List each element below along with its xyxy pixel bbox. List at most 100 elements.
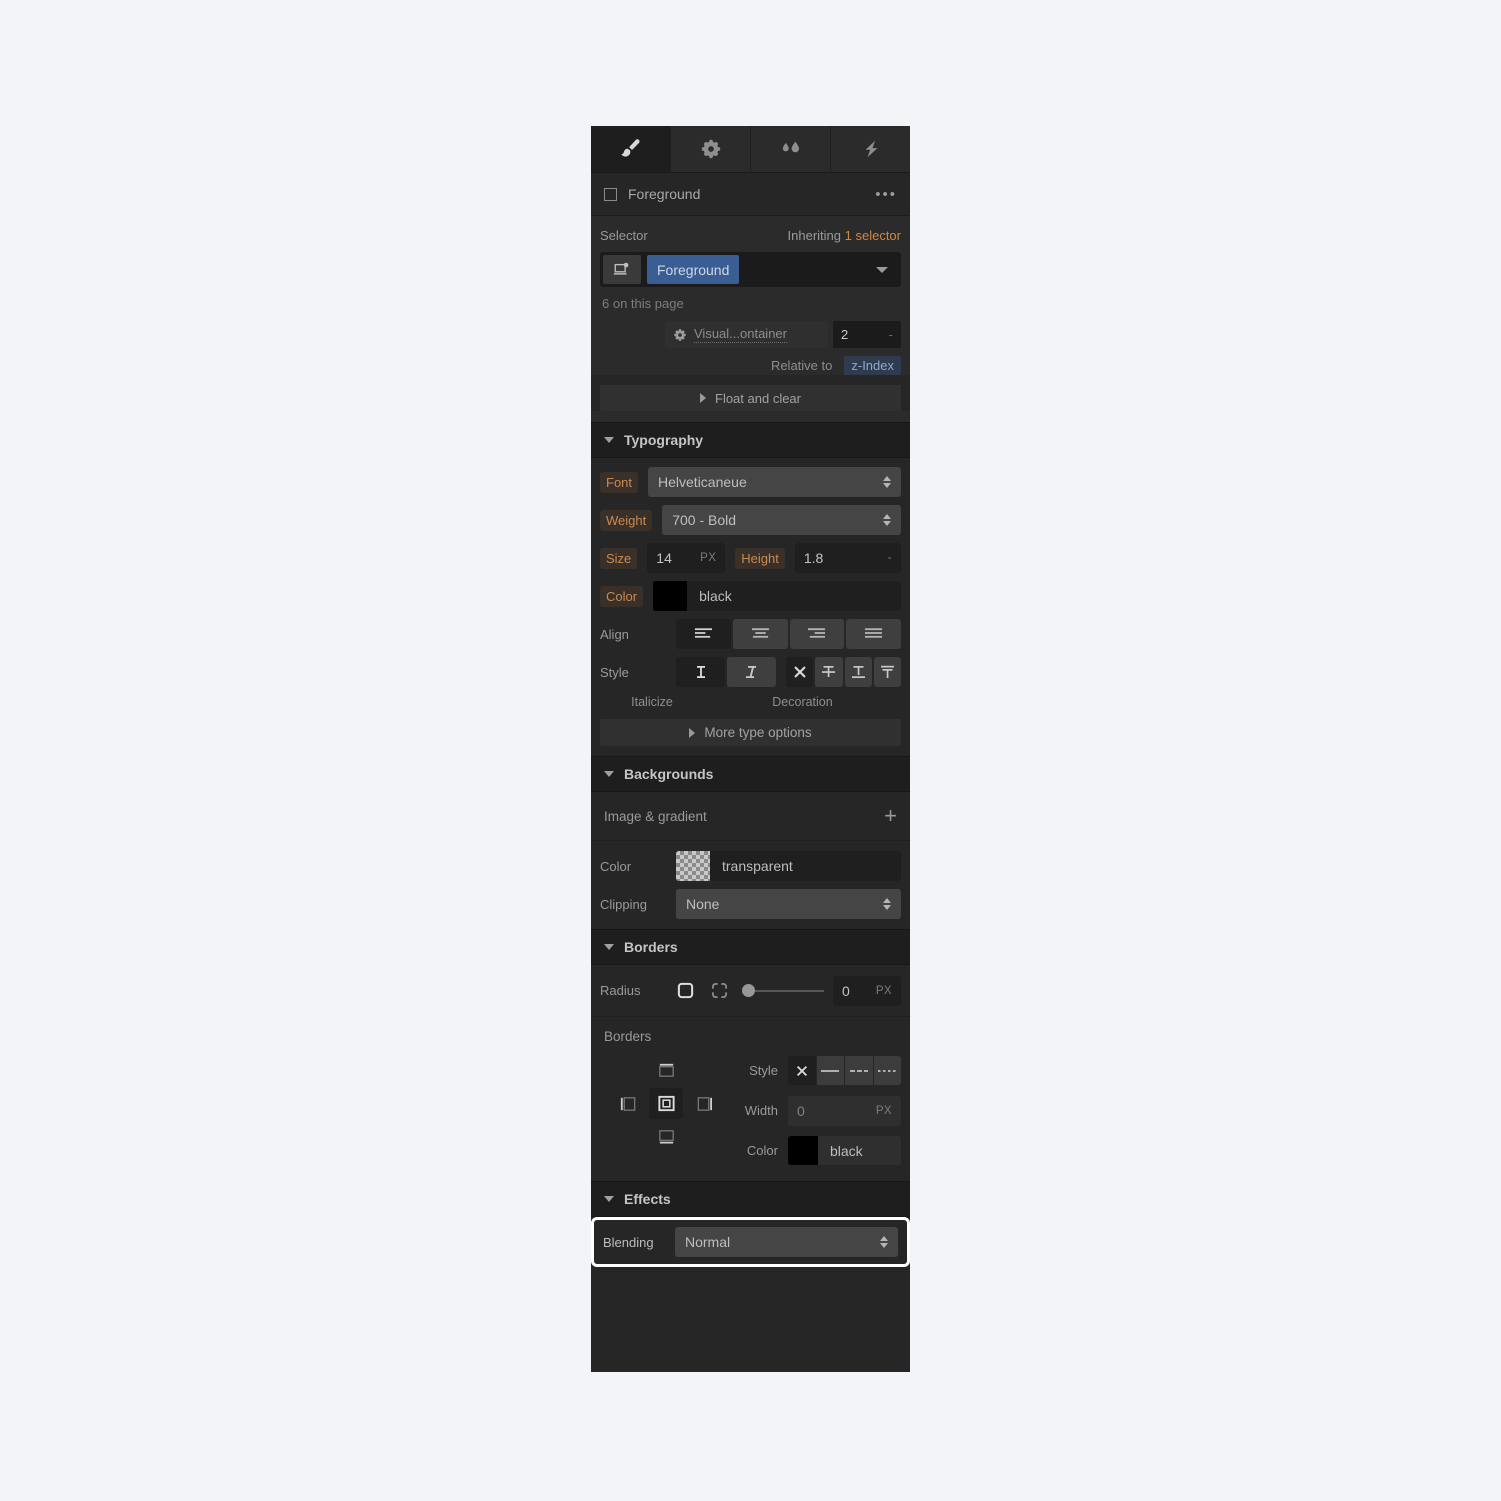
decoration-none-button[interactable] <box>786 657 814 687</box>
slider-track[interactable] <box>755 989 824 992</box>
add-icon[interactable]: + <box>884 805 897 827</box>
image-gradient-row: Image & gradient + <box>591 792 910 841</box>
selector-count-note: 6 on this page <box>602 296 684 311</box>
z-index-value-input[interactable]: 2 - <box>833 321 901 348</box>
selector-dropdown[interactable] <box>739 266 898 273</box>
image-gradient-label: Image & gradient <box>604 808 707 824</box>
transparent-swatch[interactable] <box>676 851 710 881</box>
element-header: Foreground ••• <box>591 173 910 216</box>
radius-all-corners-icon[interactable] <box>668 975 702 1006</box>
visual-container-field[interactable]: Visual...ontainer <box>665 321 828 348</box>
border-style-label: Style <box>749 1063 778 1078</box>
chevron-down-icon <box>604 771 614 777</box>
font-label: Font <box>600 471 639 493</box>
weight-value: 700 - Bold <box>672 512 737 528</box>
border-bottom-button[interactable] <box>649 1121 683 1152</box>
decoration-button-group <box>786 657 901 687</box>
border-style-dashed-button[interactable] <box>845 1056 873 1085</box>
size-height-row: Size 14 PX Height 1.8 - <box>600 543 901 573</box>
settings-tab[interactable] <box>671 126 751 172</box>
gear-small-icon <box>673 328 687 342</box>
z-index-row: Visual...ontainer 2 - <box>591 321 910 348</box>
decoration-overline-button[interactable] <box>873 657 901 687</box>
section-header-borders[interactable]: Borders <box>591 929 910 965</box>
paintbrush-icon <box>618 136 644 162</box>
chevron-right-icon <box>700 393 706 403</box>
border-width-input[interactable]: 0 PX <box>788 1095 901 1126</box>
align-label: Align <box>600 626 629 642</box>
weight-label: Weight <box>600 509 653 531</box>
border-color-value: black <box>830 1142 863 1159</box>
effects-tab[interactable] <box>831 126 910 172</box>
weight-select[interactable]: 700 - Bold <box>662 505 901 535</box>
panel-tab-bar <box>591 126 910 173</box>
water-drops-icon <box>778 138 804 160</box>
border-color-field[interactable]: black <box>788 1136 901 1165</box>
height-input[interactable]: 1.8 - <box>794 543 901 573</box>
blending-row: Blending Normal <box>591 1217 910 1267</box>
radius-input[interactable]: 0 PX <box>833 975 901 1006</box>
radius-slider[interactable] <box>742 984 824 997</box>
float-and-clear-toggle[interactable]: Float and clear <box>600 385 901 411</box>
selector-input[interactable]: Foreground <box>600 252 901 287</box>
font-select[interactable]: Helveticaneue <box>648 467 901 497</box>
height-unit: - <box>887 552 892 564</box>
text-color-field[interactable]: black <box>653 581 901 611</box>
background-color-field[interactable]: transparent <box>676 851 901 881</box>
border-color-swatch[interactable] <box>788 1136 818 1165</box>
height-label: Height <box>735 547 785 569</box>
italic-button-group <box>676 657 776 687</box>
relative-to-value[interactable]: z-Index <box>844 356 901 375</box>
italicize-caption: Italicize <box>631 695 673 709</box>
border-top-button[interactable] <box>649 1055 683 1086</box>
border-left-button[interactable] <box>611 1088 645 1119</box>
border-style-dotted-button[interactable] <box>873 1056 901 1085</box>
backgrounds-title: Backgrounds <box>624 766 714 782</box>
clipping-select[interactable]: None <box>676 889 901 919</box>
element-square-icon <box>604 187 617 201</box>
border-style-none-button[interactable] <box>788 1056 816 1085</box>
section-header-effects[interactable]: Effects <box>591 1181 910 1217</box>
upright-button[interactable] <box>676 657 725 687</box>
border-properties: Style Width 0 PX Color black <box>732 1054 901 1167</box>
lightning-bolt-icon <box>860 137 882 161</box>
color-swatch[interactable] <box>653 581 688 611</box>
align-center-button[interactable] <box>732 619 788 649</box>
border-all-button[interactable] <box>649 1088 683 1119</box>
background-color-label: Color <box>600 858 632 874</box>
element-menu-icon[interactable]: ••• <box>875 187 897 202</box>
radius-individual-corners-icon[interactable] <box>702 975 736 1006</box>
blending-select[interactable]: Normal <box>675 1227 898 1257</box>
align-right-button[interactable] <box>789 619 845 649</box>
background-color-row: Color transparent <box>600 851 901 881</box>
borders-body: Radius 0 PX Borders Style Width 0 PX Col… <box>591 965 910 1181</box>
selector-label: Selector <box>600 228 648 243</box>
section-header-typography[interactable]: Typography <box>591 422 910 458</box>
borders-title: Borders <box>624 939 678 955</box>
element-type-icon[interactable] <box>603 255 641 284</box>
blending-label: Blending <box>603 1234 654 1250</box>
decoration-strikethrough-button[interactable] <box>815 657 843 687</box>
align-justify-button[interactable] <box>846 619 901 649</box>
align-left-button[interactable] <box>676 619 731 649</box>
border-right-button[interactable] <box>687 1088 721 1119</box>
gear-icon <box>700 138 722 160</box>
clipping-row: Clipping None <box>600 889 901 919</box>
inheriting-count[interactable]: 1 selector <box>845 228 901 243</box>
more-type-options-toggle[interactable]: More type options <box>600 719 901 746</box>
slider-knob[interactable] <box>742 984 755 997</box>
interactions-tab[interactable] <box>751 126 831 172</box>
decoration-underline-button[interactable] <box>844 657 872 687</box>
style-tab[interactable] <box>591 126 671 172</box>
stepper-icon <box>883 476 891 488</box>
italic-button[interactable] <box>727 657 776 687</box>
size-label: Size <box>600 547 638 569</box>
font-row: Font Helveticaneue <box>600 467 901 497</box>
section-header-backgrounds[interactable]: Backgrounds <box>591 756 910 792</box>
border-style-solid-button[interactable] <box>816 1056 844 1085</box>
size-input[interactable]: 14 PX <box>647 543 726 573</box>
relative-to-label: Relative to <box>770 358 833 373</box>
selector-chip[interactable]: Foreground <box>647 255 740 284</box>
typography-body: Font Helveticaneue Weight 700 - Bold Siz… <box>591 458 910 756</box>
effects-body: Blending Normal <box>591 1217 910 1267</box>
